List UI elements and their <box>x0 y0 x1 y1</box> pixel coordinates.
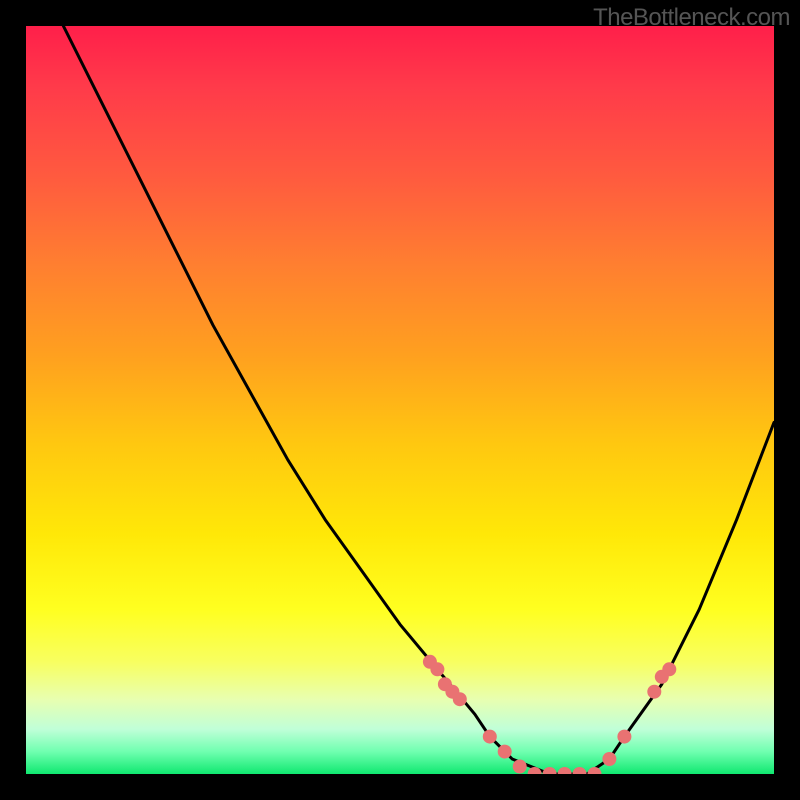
marker-point <box>558 767 572 774</box>
marker-point <box>647 685 661 699</box>
marker-point <box>528 767 542 774</box>
marker-point <box>513 760 527 774</box>
marker-point <box>588 767 602 774</box>
marker-point <box>617 730 631 744</box>
marker-points-group <box>423 655 676 774</box>
marker-point <box>543 767 557 774</box>
marker-point <box>498 745 512 759</box>
marker-point <box>573 767 587 774</box>
marker-point <box>430 662 444 676</box>
marker-point <box>602 752 616 766</box>
marker-point <box>483 730 497 744</box>
attribution-label: TheBottleneck.com <box>593 4 790 32</box>
bottleneck-curve <box>63 26 774 774</box>
marker-point <box>662 662 676 676</box>
chart-container: TheBottleneck.com <box>0 0 800 800</box>
marker-point <box>453 692 467 706</box>
chart-overlay <box>26 26 774 774</box>
